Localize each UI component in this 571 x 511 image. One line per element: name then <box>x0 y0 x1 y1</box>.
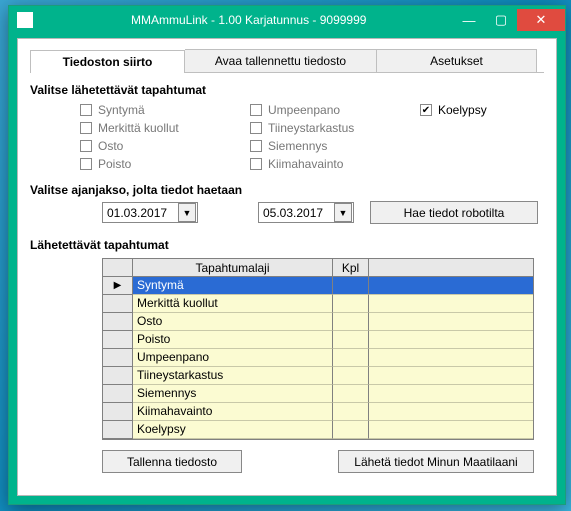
checkbox-icon <box>250 122 262 134</box>
checkbox-icon <box>80 140 92 152</box>
table-row[interactable]: Tiineystarkastus <box>103 367 533 385</box>
date-from[interactable]: 01.03.2017 ▼ <box>102 202 198 223</box>
titlebar[interactable]: MMAmmuLink - 1.00 Karjatunnus - 9099999 … <box>9 6 565 34</box>
date-from-value[interactable]: 01.03.2017 <box>103 206 177 220</box>
table-row[interactable]: ▶ Syntymä <box>103 277 533 295</box>
checkbox-koelypsy[interactable]: ✔Koelypsy <box>420 101 487 119</box>
checkbox-icon <box>80 158 92 170</box>
table-row[interactable]: Siemennys <box>103 385 533 403</box>
checkbox-kiimahavainto[interactable]: Kiimahavainto <box>250 155 420 173</box>
save-file-button[interactable]: Tallenna tiedosto <box>102 450 242 473</box>
col-header-type[interactable]: Tapahtumalaji <box>133 259 333 277</box>
checkbox-syntyma[interactable]: Syntymä <box>80 101 250 119</box>
col-header-blank <box>369 259 533 277</box>
event-checkboxes: Syntymä Merkittä kuollut Osto Poisto Ump… <box>80 101 544 173</box>
table-row[interactable]: Kiimahavainto <box>103 403 533 421</box>
checkbox-merkitta-kuollut[interactable]: Merkittä kuollut <box>80 119 250 137</box>
checkbox-icon <box>250 158 262 170</box>
table-row[interactable]: Poisto <box>103 331 533 349</box>
checkbox-icon <box>80 104 92 116</box>
tab-file-transfer[interactable]: Tiedoston siirto <box>30 50 185 73</box>
tab-bar: Tiedoston siirto Avaa tallennettu tiedos… <box>30 49 544 73</box>
close-button[interactable]: ✕ <box>517 9 565 31</box>
checkbox-osto[interactable]: Osto <box>80 137 250 155</box>
app-window: MMAmmuLink - 1.00 Karjatunnus - 9099999 … <box>8 5 566 505</box>
date-to[interactable]: 05.03.2017 ▼ <box>258 202 354 223</box>
checkbox-icon: ✔ <box>420 104 432 116</box>
tab-settings[interactable]: Asetukset <box>377 49 537 72</box>
table-row[interactable]: Koelypsy <box>103 421 533 439</box>
checkbox-icon <box>80 122 92 134</box>
maximize-button[interactable]: ▢ <box>485 9 517 31</box>
checkbox-icon <box>250 104 262 116</box>
chevron-down-icon[interactable]: ▼ <box>334 203 352 222</box>
row-selector-icon: ▶ <box>103 277 133 295</box>
table-row[interactable]: Merkittä kuollut <box>103 295 533 313</box>
app-icon <box>17 12 33 28</box>
label-events-to-send: Lähetettävät tapahtumat <box>30 238 544 252</box>
label-select-events: Valitse lähetettävät tapahtumat <box>30 83 544 97</box>
send-data-button[interactable]: Lähetä tiedot Minun Maatilaani <box>338 450 534 473</box>
minimize-button[interactable]: — <box>453 9 485 31</box>
checkbox-umpeenpano[interactable]: Umpeenpano <box>250 101 420 119</box>
checkbox-poisto[interactable]: Poisto <box>80 155 250 173</box>
grid-corner <box>103 259 133 277</box>
chevron-down-icon[interactable]: ▼ <box>178 203 196 222</box>
label-select-period: Valitse ajanjakso, jolta tiedot haetaan <box>30 183 544 197</box>
checkbox-tiineystarkastus[interactable]: Tiineystarkastus <box>250 119 420 137</box>
checkbox-siemennys[interactable]: Siemennys <box>250 137 420 155</box>
table-row[interactable]: Osto <box>103 313 533 331</box>
col-header-count[interactable]: Kpl <box>333 259 369 277</box>
checkbox-icon <box>250 140 262 152</box>
tab-open-saved[interactable]: Avaa tallennettu tiedosto <box>185 49 377 72</box>
table-row[interactable]: Umpeenpano <box>103 349 533 367</box>
client-area: Tiedoston siirto Avaa tallennettu tiedos… <box>17 38 557 496</box>
date-to-value[interactable]: 05.03.2017 <box>259 206 333 220</box>
window-title: MMAmmuLink - 1.00 Karjatunnus - 9099999 <box>41 13 366 27</box>
fetch-button[interactable]: Hae tiedot robotilta <box>370 201 538 224</box>
events-grid[interactable]: Tapahtumalaji Kpl ▶ Syntymä Merkittä kuo… <box>102 258 534 440</box>
